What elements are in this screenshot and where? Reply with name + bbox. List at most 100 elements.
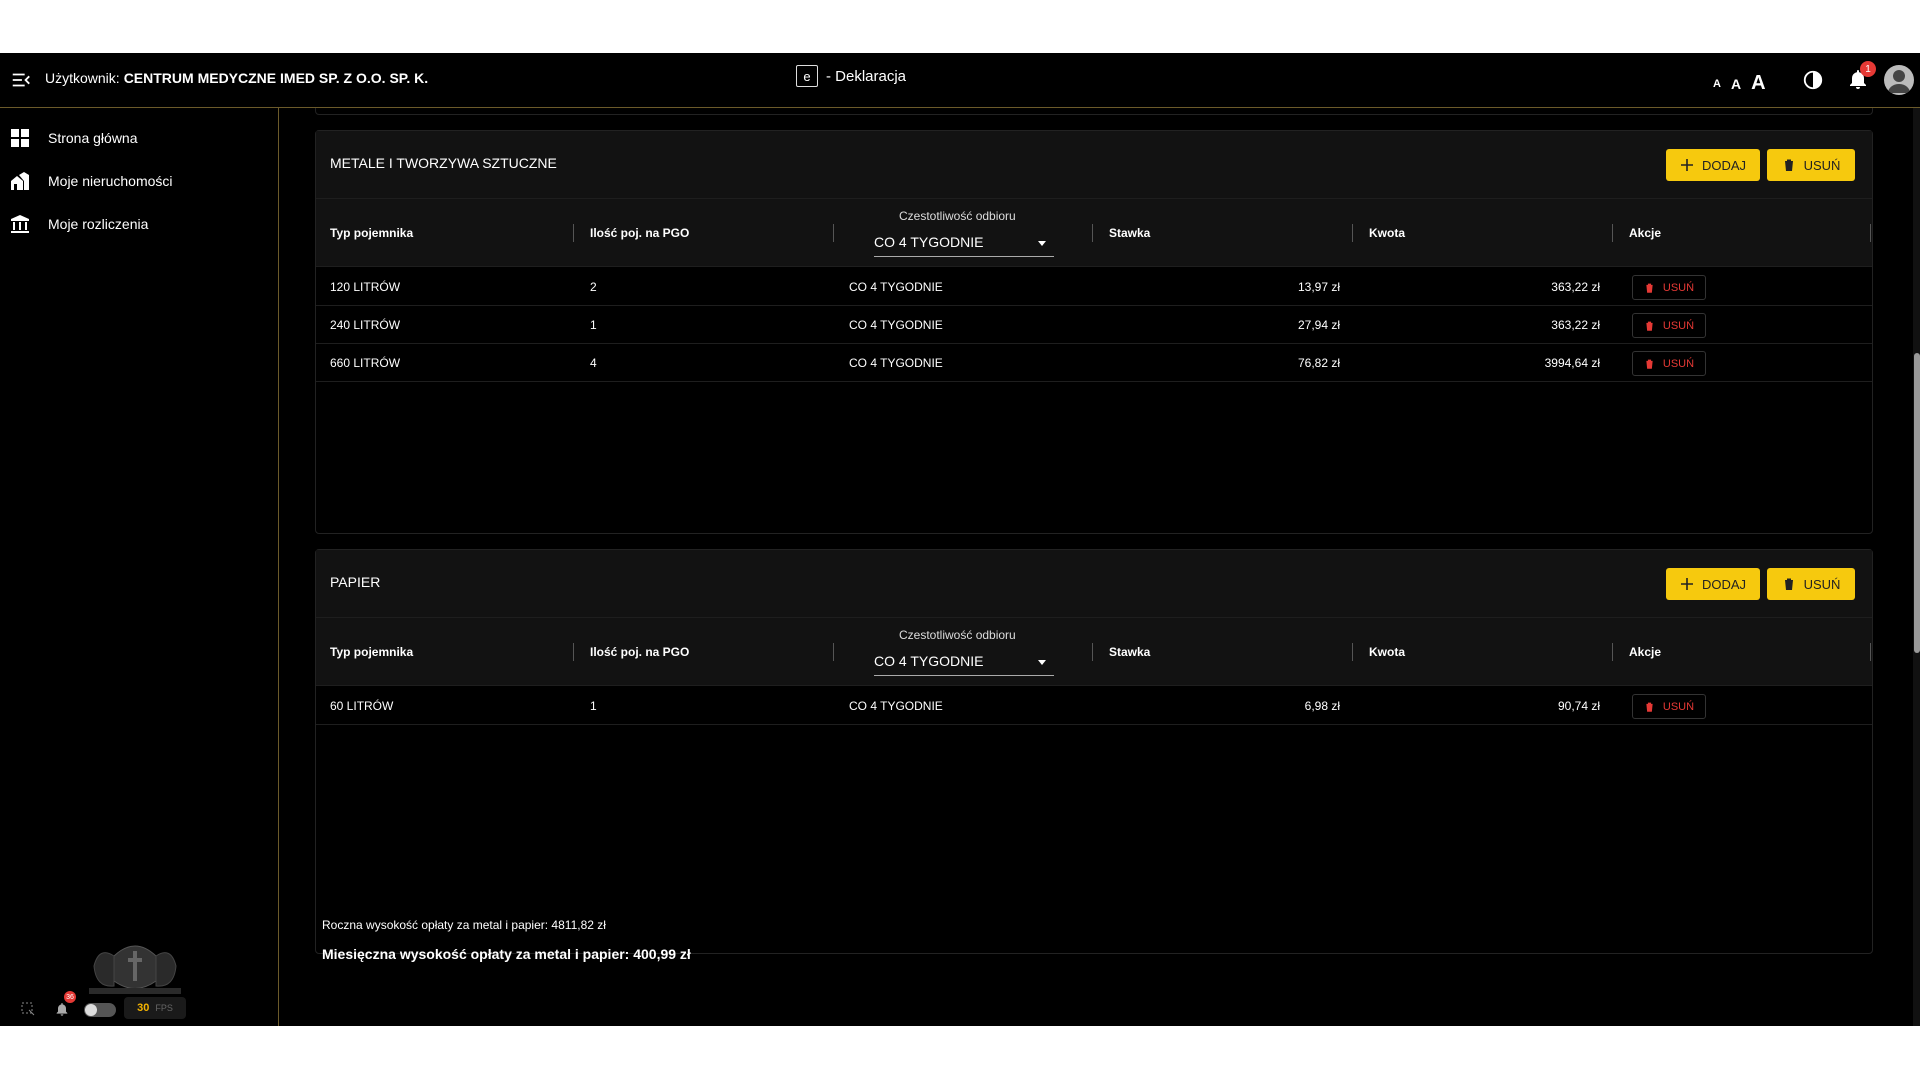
column-header-count: Ilość poj. na PGO <box>590 226 690 240</box>
sidebar-item-home[interactable]: Strona główna <box>0 118 279 158</box>
user-label: Użytkownik: CENTRUM MEDYCZNE IMED SP. Z O… <box>45 70 428 86</box>
column-header-amount: Kwota <box>1369 226 1405 240</box>
user-icon <box>1888 70 1910 93</box>
add-button[interactable]: DODAJ <box>1666 568 1760 600</box>
previous-panel-edge <box>315 108 1873 115</box>
font-size-large-button[interactable]: A <box>1751 73 1765 93</box>
footer-notifications-badge: 36 <box>64 991 76 1003</box>
row-remove-label: USUŃ <box>1662 357 1695 370</box>
column-separator <box>1612 643 1613 661</box>
cell-type: 120 LITRÓW <box>330 280 401 294</box>
properties-icon <box>11 172 29 190</box>
plus-icon <box>1680 578 1693 590</box>
main-scrollbar-thumb[interactable] <box>1914 353 1920 653</box>
trash-icon <box>1645 321 1654 331</box>
trash-icon <box>1645 359 1654 369</box>
user-name: CENTRUM MEDYCZNE IMED SP. Z O.O. SP. K. <box>123 70 429 86</box>
section-paper: PAPIER DODAJ USUŃ Typ pojemnika Ilość po… <box>315 549 1873 954</box>
font-size-small-button[interactable]: A <box>1713 79 1721 90</box>
menu-collapse-icon[interactable] <box>10 69 32 91</box>
table-row: 60 LITRÓW 1 CO 4 TYGODNIE 6,98 zł 90,74 … <box>316 687 1872 725</box>
city-coat-of-arms-icon <box>89 945 181 994</box>
add-button[interactable]: DODAJ <box>1666 149 1760 181</box>
trash-icon <box>1783 159 1794 171</box>
fps-unit: FPS <box>155 1003 173 1013</box>
column-separator <box>1870 643 1871 661</box>
column-separator <box>573 224 574 242</box>
table-header: Typ pojemnika Ilość poj. na PGO Czestotl… <box>316 199 1872 267</box>
dashboard-icon <box>11 129 29 147</box>
cell-frequency: CO 4 TYGODNIE <box>849 280 943 294</box>
frequency-select[interactable]: CO 4 TYGODNIE <box>874 646 1054 676</box>
chevron-down-icon <box>1038 660 1046 665</box>
cell-amount: 90,74 zł <box>1557 699 1600 713</box>
row-remove-button[interactable]: USUŃ <box>1632 694 1706 719</box>
monthly-fee-summary: Miesięczna wysokość opłaty za metal i pa… <box>322 946 691 962</box>
column-separator <box>1870 224 1871 242</box>
cell-rate: 27,94 zł <box>1297 318 1340 332</box>
cell-frequency: CO 4 TYGODNIE <box>849 318 943 332</box>
column-separator <box>1092 643 1093 661</box>
row-remove-button[interactable]: USUŃ <box>1632 351 1706 376</box>
cell-count: 1 <box>590 699 597 713</box>
app-window: Użytkownik: CENTRUM MEDYCZNE IMED SP. Z O… <box>0 53 1920 1026</box>
remove-section-button[interactable]: USUŃ <box>1767 149 1855 181</box>
column-separator <box>833 643 834 661</box>
column-separator <box>1352 224 1353 242</box>
frequency-select-value: CO 4 TYGODNIE <box>874 233 984 250</box>
cell-frequency: CO 4 TYGODNIE <box>849 699 943 713</box>
trash-icon <box>1645 283 1654 293</box>
row-remove-button[interactable]: USUŃ <box>1632 313 1706 338</box>
font-size-controls: A A A <box>1713 65 1766 93</box>
frequency-select[interactable]: CO 4 TYGODNIE <box>874 227 1054 257</box>
bell-icon[interactable] <box>54 1001 70 1017</box>
section-title: METALE I TWORZYWA SZTUCZNE <box>330 155 557 171</box>
bank-icon <box>11 215 29 233</box>
sidebar-item-label: Moje nieruchomości <box>48 173 173 189</box>
plus-icon <box>1680 159 1693 171</box>
notifications-button[interactable]: 1 <box>1846 61 1876 93</box>
row-remove-label: USUŃ <box>1662 319 1695 332</box>
app-logo-badge: e <box>796 65 818 87</box>
row-remove-button[interactable]: USUŃ <box>1632 275 1706 300</box>
add-button-label: DODAJ <box>1701 157 1747 173</box>
cell-rate: 76,82 zł <box>1297 356 1340 370</box>
sidebar-item-settlements[interactable]: Moje rozliczenia <box>0 204 279 244</box>
sidebar: Strona główna Moje nieruchomości Moje ro… <box>0 108 279 1026</box>
row-remove-label: USUŃ <box>1662 281 1695 294</box>
remove-section-button[interactable]: USUŃ <box>1767 568 1855 600</box>
app-title-text: - Deklaracja <box>826 67 907 85</box>
trash-icon <box>1783 578 1794 590</box>
frequency-select-value: CO 4 TYGODNIE <box>874 652 984 669</box>
cell-rate: 6,98 zł <box>1304 699 1340 713</box>
table-header: Typ pojemnika Ilość poj. na PGO Czestotl… <box>316 618 1872 686</box>
sidebar-item-label: Moje rozliczenia <box>48 216 149 232</box>
fps-value: 30 <box>137 1002 150 1014</box>
contrast-toggle-icon[interactable] <box>1802 69 1824 91</box>
yearly-fee-summary: Roczna wysokość opłaty za metal i papier… <box>322 918 606 932</box>
user-prefix: Użytkownik: <box>45 70 120 86</box>
cell-type: 660 LITRÓW <box>330 356 401 370</box>
column-separator <box>573 643 574 661</box>
table-row: 120 LITRÓW 2 CO 4 TYGODNIE 13,97 zł 363,… <box>316 268 1872 306</box>
add-button-label: DODAJ <box>1701 576 1747 592</box>
sidebar-item-properties[interactable]: Moje nieruchomości <box>0 161 279 201</box>
theme-toggle[interactable] <box>84 1003 116 1017</box>
notifications-badge: 1 <box>1860 61 1876 77</box>
column-header-type: Typ pojemnika <box>330 226 414 240</box>
column-header-frequency: Czestotliwość odbioru <box>899 628 1016 642</box>
font-size-medium-button[interactable]: A <box>1731 77 1741 91</box>
user-avatar[interactable] <box>1884 65 1914 95</box>
cell-count: 1 <box>590 318 597 332</box>
cell-rate: 13,97 zł <box>1297 280 1340 294</box>
app-title: e - Deklaracja <box>796 65 906 87</box>
trash-icon <box>1645 702 1654 712</box>
remove-button-label: USUŃ <box>1803 576 1841 592</box>
row-remove-label: USUŃ <box>1662 700 1695 713</box>
column-separator <box>1092 224 1093 242</box>
selection-tool-icon[interactable] <box>20 1001 36 1017</box>
cell-amount: 3994,64 zł <box>1544 356 1600 370</box>
column-header-actions: Akcje <box>1629 645 1662 659</box>
table-row: 240 LITRÓW 1 CO 4 TYGODNIE 27,94 zł 363,… <box>316 306 1872 344</box>
column-separator <box>833 224 834 242</box>
